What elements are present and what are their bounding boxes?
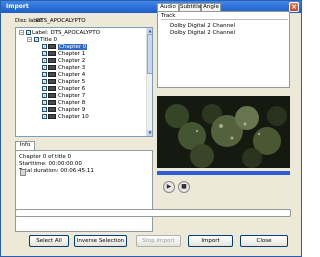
chapter-checkbox[interactable]: ✓ <box>42 51 47 56</box>
stop-import-button[interactable]: Stop Import <box>136 235 181 247</box>
tree-chapter-3[interactable]: ✓ Chapter 3 <box>42 65 85 72</box>
chapter-checkbox[interactable]: ✓ <box>42 86 47 91</box>
stop-button[interactable]: ■ <box>178 181 190 193</box>
chapter-label: Chapter 1 <box>58 51 86 57</box>
chapter-checkbox[interactable]: ✓ <box>42 58 47 63</box>
film-icon <box>48 79 56 84</box>
window-title: Import <box>6 3 29 10</box>
tree-chapter-10[interactable]: ✓ Chapter 10 <box>42 114 89 121</box>
close-icon[interactable]: × <box>289 2 299 12</box>
film-icon <box>48 107 56 112</box>
track-item[interactable]: Dolby Digital 2 Channel <box>170 23 235 29</box>
import-dialog: Import × Disc label: DTS_APOCALYPTO − ✓ La… <box>0 0 302 257</box>
stop-icon: ■ <box>181 183 187 190</box>
tree-title-label: Title 0 <box>40 37 58 43</box>
collapse-icon[interactable]: − <box>19 30 24 35</box>
chapter-label: Chapter 7 <box>58 93 86 99</box>
film-icon <box>48 58 56 63</box>
tree-scrollbar[interactable]: ▲ ▼ <box>146 28 152 136</box>
tab-info[interactable]: Info <box>15 141 35 150</box>
info-starttime: Starttime: 00:00:00.00 <box>19 161 82 167</box>
film-icon <box>48 100 56 105</box>
chapter-label: Chapter 5 <box>58 79 86 85</box>
tree-root[interactable]: − ✓ Label: DTS_APOCALYPTO <box>19 30 100 37</box>
chapter-checkbox[interactable]: ✓ <box>42 72 47 77</box>
chapter-label: Chapter 9 <box>58 107 86 113</box>
tab-angle[interactable]: Angle <box>201 3 221 11</box>
tree-title[interactable]: − ✓ Title 0 <box>27 37 57 44</box>
tree-chapter-9[interactable]: ✓ Chapter 9 <box>42 107 85 114</box>
chapter-label: Chapter 0 <box>58 44 88 50</box>
chapter-checkbox[interactable]: ✓ <box>42 65 47 70</box>
chapter-checkbox[interactable]: ✓ <box>42 100 47 105</box>
tab-subtitle[interactable]: Subtitle <box>179 3 201 11</box>
disc-label-value: DTS_APOCALYPTO <box>36 18 86 24</box>
chapter-label: Chapter 6 <box>58 86 86 92</box>
tree-chapter-2[interactable]: ✓ Chapter 2 <box>42 58 85 65</box>
select-all-button[interactable]: Select All <box>29 235 69 247</box>
chapter-checkbox[interactable]: ✓ <box>42 107 47 112</box>
track-list[interactable]: Track Dolby Digital 2 Channel Dolby Digi… <box>157 11 290 88</box>
track-item[interactable]: Dolby Digital 2 Channel <box>170 30 235 36</box>
video-preview <box>157 96 290 168</box>
tree-chapter-5[interactable]: ✓ Chapter 5 <box>42 79 85 86</box>
tree-chapter-1[interactable]: ✓ Chapter 1 <box>42 51 85 58</box>
collapse-icon[interactable]: − <box>27 37 32 42</box>
tree-chapter-8[interactable]: ✓ Chapter 8 <box>42 100 85 107</box>
film-icon <box>48 51 56 56</box>
info-chapter: Chapter 0 of title 0 <box>19 154 72 160</box>
root-checkbox[interactable]: ✓ <box>26 30 31 35</box>
chapter-label: Chapter 10 <box>58 114 89 120</box>
chapter-label: Chapter 2 <box>58 58 86 64</box>
import-progress <box>15 209 291 217</box>
seek-handle[interactable] <box>20 169 26 176</box>
track-header: Track <box>161 13 288 20</box>
film-icon <box>48 93 56 98</box>
scroll-thumb[interactable] <box>147 34 152 74</box>
chapter-label: Chapter 4 <box>58 72 86 78</box>
chapter-checkbox[interactable]: ✓ <box>42 44 47 49</box>
title-tree[interactable]: − ✓ Label: DTS_APOCALYPTO − ✓ Title 0 ✓ Chapt… <box>15 27 153 137</box>
seek-bar[interactable] <box>157 171 290 175</box>
chapter-checkbox[interactable]: ✓ <box>42 93 47 98</box>
chapter-label: Chapter 8 <box>58 100 86 106</box>
film-icon <box>48 65 56 70</box>
info-tabs: Info <box>15 141 45 150</box>
close-button[interactable]: Close <box>240 235 288 247</box>
tree-chapter-7[interactable]: ✓ Chapter 7 <box>42 93 85 100</box>
scroll-down-icon[interactable]: ▼ <box>147 130 152 136</box>
tree-chapter-4[interactable]: ✓ Chapter 4 <box>42 72 85 79</box>
video-frame <box>157 96 290 168</box>
tree-chapter-6[interactable]: ✓ Chapter 6 <box>42 86 85 93</box>
chapter-label: Chapter 3 <box>58 65 86 71</box>
film-icon <box>48 86 56 91</box>
inverse-selection-button[interactable]: Inverse Selection <box>74 235 127 247</box>
info-duration: Total duration: 00:06:45:11 <box>19 168 94 174</box>
chapter-checkbox[interactable]: ✓ <box>42 79 47 84</box>
play-button[interactable]: ▶ <box>163 181 175 193</box>
title-checkbox[interactable]: ✓ <box>34 37 39 42</box>
tree-chapter-0[interactable]: ✓ Chapter 0 <box>42 44 88 51</box>
play-icon: ▶ <box>166 183 172 190</box>
info-panel: Chapter 0 of title 0 Starttime: 00:00:00… <box>15 150 153 232</box>
chapter-checkbox[interactable]: ✓ <box>42 114 47 119</box>
film-icon <box>48 114 56 119</box>
film-icon <box>48 72 56 77</box>
film-icon <box>48 44 56 49</box>
import-button[interactable]: Import <box>188 235 233 247</box>
media-tabs: Audio Subtitle Angle <box>157 3 257 12</box>
tree-root-label: Label: DTS_APOCALYPTO <box>32 30 100 36</box>
